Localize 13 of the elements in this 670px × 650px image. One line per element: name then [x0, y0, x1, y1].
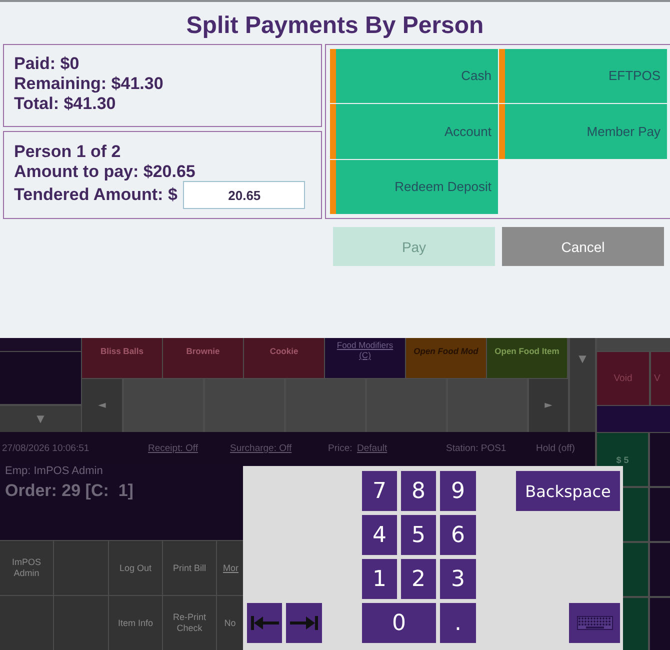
- amount-to-pay: Amount to pay: $20.65: [14, 162, 196, 182]
- person-heading: Person 1 of 2: [14, 142, 121, 162]
- hold-status: Hold (off): [536, 443, 575, 454]
- date-time: 27/08/2026 10:06:51: [2, 443, 90, 454]
- total-amount: Total: $41.30: [14, 94, 116, 114]
- price-label: Price:: [328, 443, 352, 454]
- tendered-label: Tendered Amount: $: [14, 185, 178, 205]
- employee-name: Emp: ImPOS Admin: [5, 465, 103, 477]
- paid-amount: Paid: $0: [14, 54, 80, 74]
- remaining-amount: Remaining: $41.30: [14, 74, 164, 94]
- dialog-title: Split Payments By Person: [186, 12, 484, 40]
- order-number: Order: 29 [C: 1]: [5, 481, 134, 500]
- station-label: Station: POS1: [446, 443, 506, 454]
